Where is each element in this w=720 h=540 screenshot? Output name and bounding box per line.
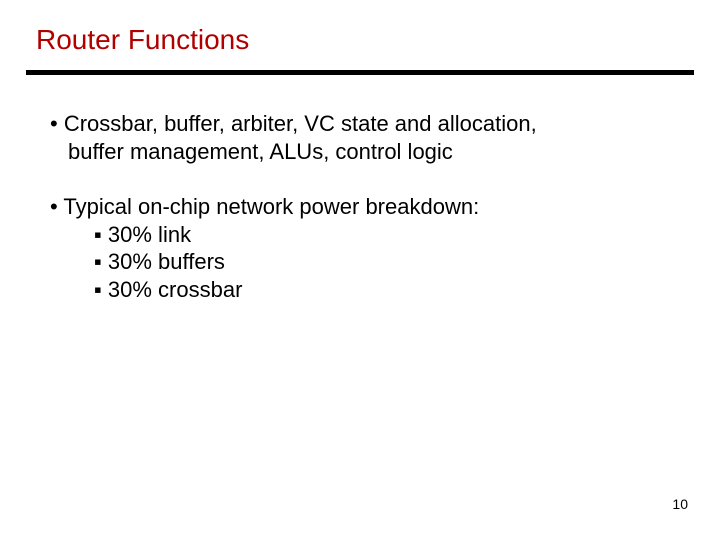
bullet-2-sub-3: ▪ 30% crossbar xyxy=(50,276,670,304)
bullet-2-head: • Typical on-chip network power breakdow… xyxy=(50,193,670,221)
sub-text: ▪ 30% buffers xyxy=(94,249,225,274)
bullet-1-line-1: • Crossbar, buffer, arbiter, VC state an… xyxy=(50,110,670,138)
slide-title: Router Functions xyxy=(36,24,249,56)
slide: Router Functions • Crossbar, buffer, arb… xyxy=(0,0,720,540)
bullet-2: • Typical on-chip network power breakdow… xyxy=(50,193,670,303)
title-underline xyxy=(26,70,694,75)
bullet-1: • Crossbar, buffer, arbiter, VC state an… xyxy=(50,110,670,165)
slide-body: • Crossbar, buffer, arbiter, VC state an… xyxy=(50,110,670,303)
page-number: 10 xyxy=(672,496,688,512)
sub-text: ▪ 30% link xyxy=(94,222,191,247)
bullet-1-line-2: buffer management, ALUs, control logic xyxy=(50,138,670,166)
bullet-2-sub-2: ▪ 30% buffers xyxy=(50,248,670,276)
bullet-2-sub-1: ▪ 30% link xyxy=(50,221,670,249)
sub-text: ▪ 30% crossbar xyxy=(94,277,242,302)
